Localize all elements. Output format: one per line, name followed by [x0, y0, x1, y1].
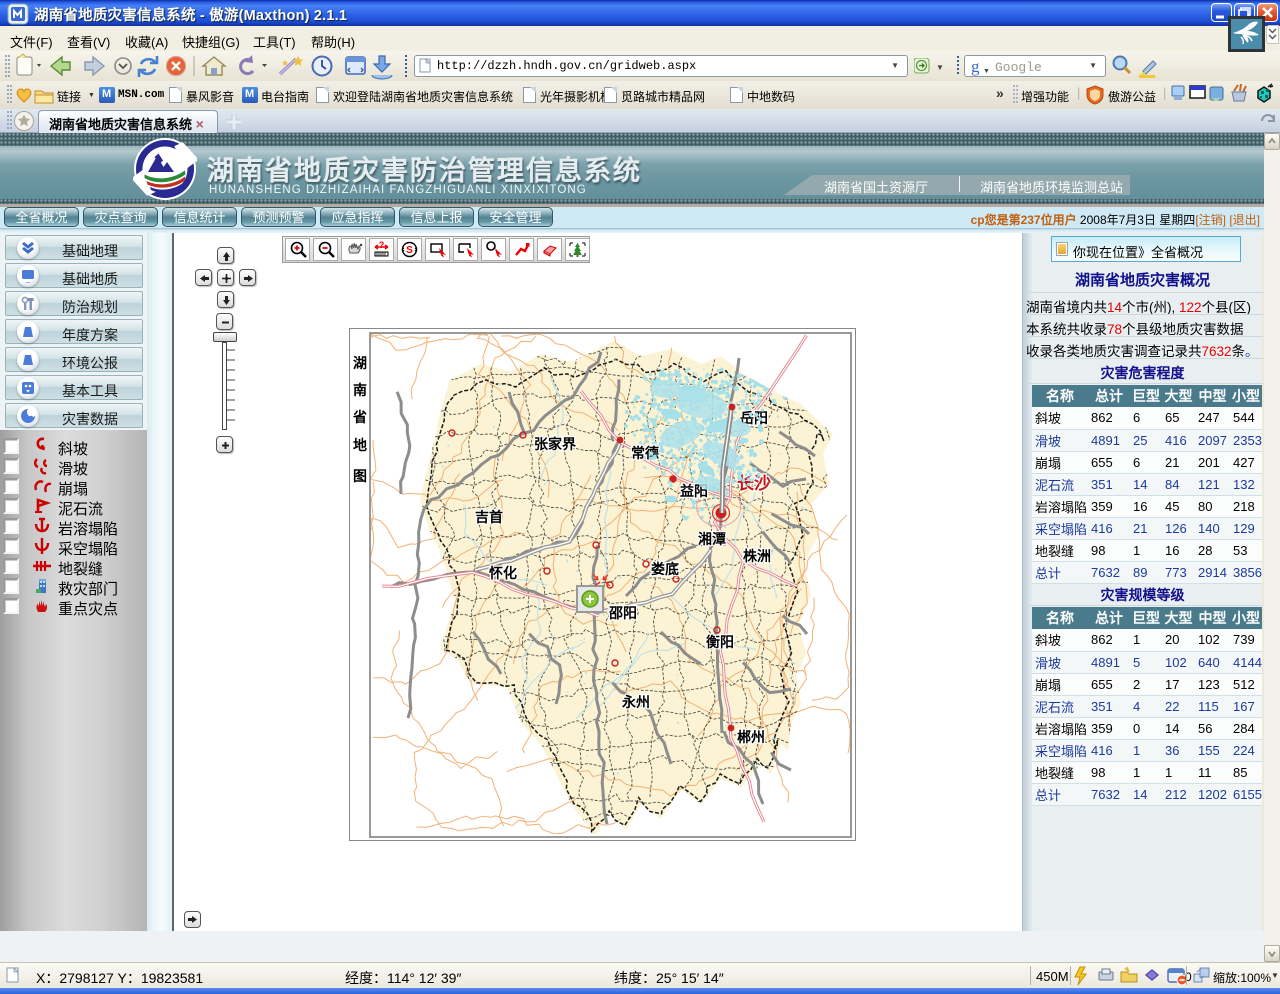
svg-text:衡阳: 衡阳 [706, 634, 734, 650]
svg-text:邵阳: 邵阳 [608, 605, 637, 621]
svg-text:长沙: 长沙 [737, 473, 771, 493]
svg-text:张家界: 张家界 [534, 436, 577, 452]
svg-text:?: ? [379, 240, 385, 250]
svg-text:吉首: 吉首 [475, 509, 503, 525]
svg-text:湘潭: 湘潭 [698, 531, 726, 547]
svg-text:永州: 永州 [621, 694, 650, 710]
svg-text:S: S [406, 245, 413, 256]
svg-text:株洲: 株洲 [743, 548, 771, 564]
svg-text:娄底: 娄底 [651, 561, 679, 577]
svg-text:郴州: 郴州 [737, 729, 765, 745]
svg-text:怀化: 怀化 [489, 565, 517, 581]
